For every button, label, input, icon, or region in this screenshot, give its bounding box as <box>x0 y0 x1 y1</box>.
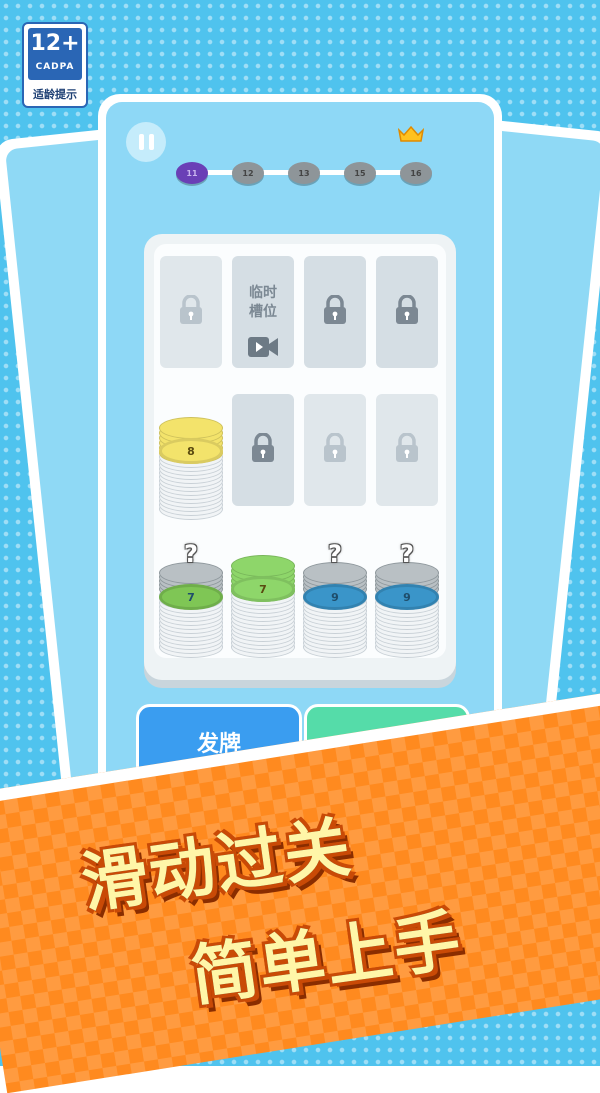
lock-icon <box>251 432 275 467</box>
pause-button[interactable] <box>126 122 166 162</box>
chip-top: 9 <box>375 584 439 610</box>
age-rating: 12+ <box>30 31 80 56</box>
level-node-goal: 16 <box>400 162 432 184</box>
chip-stack[interactable]: 7? <box>159 518 223 658</box>
chip-stack[interactable]: 7 <box>231 518 295 658</box>
level-node: 12 <box>232 162 264 184</box>
video-icon <box>248 337 278 357</box>
lock-icon <box>323 432 347 467</box>
locked-slot[interactable] <box>160 256 222 368</box>
pause-icon <box>138 134 144 150</box>
lock-icon <box>179 294 203 329</box>
chip-top: 7 <box>231 576 295 602</box>
lock-icon <box>323 294 347 329</box>
question-mark-icon: ? <box>400 540 414 568</box>
game-board: 临时 槽位 8 7? 7 9? 9? <box>144 234 456 680</box>
level-progress: 11 12 13 15 16 <box>176 160 440 184</box>
lock-icon <box>395 294 419 329</box>
chip-stack[interactable]: 9? <box>375 518 439 658</box>
level-node: 15 <box>344 162 376 184</box>
locked-slot[interactable] <box>376 256 438 368</box>
lock-icon <box>395 432 419 467</box>
chip-top: 9 <box>303 584 367 610</box>
chip-value: 9 <box>403 590 411 604</box>
chip-value: 7 <box>187 590 195 604</box>
age-rating-badge: 12+ CADPA 适龄提示 <box>22 22 88 108</box>
chip-value: 7 <box>259 582 267 596</box>
question-mark-icon: ? <box>184 540 198 568</box>
age-tip: 适龄提示 <box>33 88 77 101</box>
question-mark-icon: ? <box>328 540 342 568</box>
chip-top: 8 <box>159 438 223 464</box>
temp-slot-label: 临时 槽位 <box>249 285 277 320</box>
level-node-current: 11 <box>176 162 208 184</box>
chip-stack[interactable]: 9? <box>303 518 367 658</box>
rating-org: CADPA <box>35 62 75 72</box>
chip-stack[interactable]: 8 <box>159 380 223 520</box>
crown-icon <box>398 126 424 142</box>
temp-slot[interactable]: 临时 槽位 <box>232 256 294 368</box>
locked-slot[interactable] <box>304 394 366 506</box>
level-node: 13 <box>288 162 320 184</box>
chip-value: 9 <box>331 590 339 604</box>
locked-slot[interactable] <box>376 394 438 506</box>
locked-slot[interactable] <box>304 256 366 368</box>
chip-value: 8 <box>187 444 195 458</box>
chip-top: 7 <box>159 584 223 610</box>
locked-slot[interactable] <box>232 394 294 506</box>
